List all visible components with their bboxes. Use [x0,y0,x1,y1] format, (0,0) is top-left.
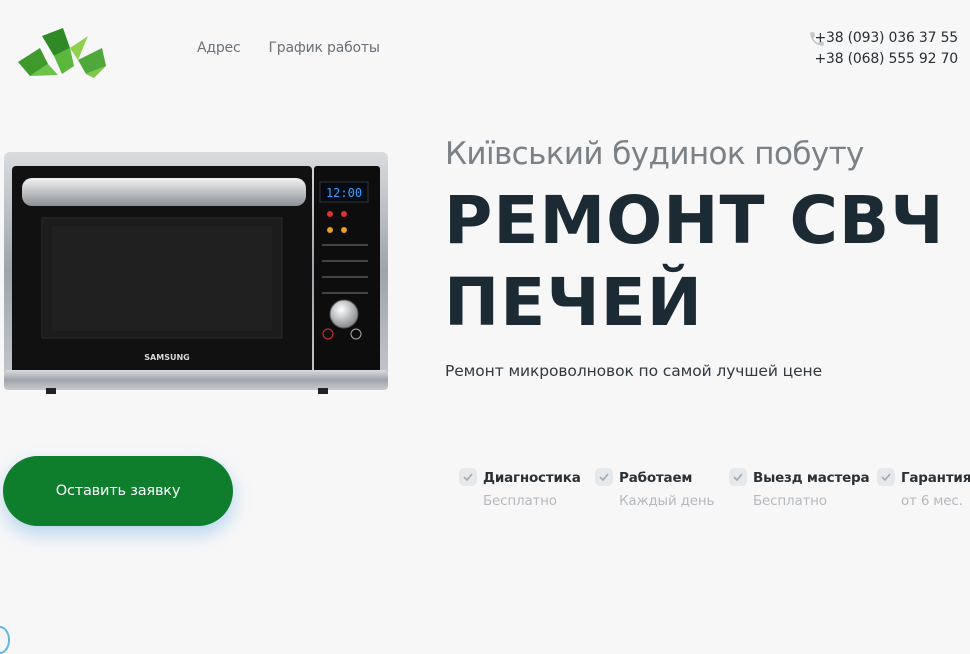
display-time: 12:00 [326,186,362,200]
feature-title: Выезд мастера [753,470,870,486]
feature-subtitle: Каждый день [619,493,715,509]
feature-subtitle: Бесплатно [483,493,557,509]
phone-link-2[interactable]: +38 (068) 555 92 70 [814,49,958,70]
feature-title: Работаем [619,470,693,486]
request-button[interactable]: Оставить заявку [3,456,233,526]
check-icon [877,468,895,486]
hero-title-line-2: ПЕЧЕЙ [444,264,703,341]
feature-subtitle: от 6 мес. [901,493,963,509]
nav-link-address[interactable]: Адрес [197,40,241,56]
check-icon [459,468,477,486]
nav-link-schedule[interactable]: График работы [268,40,379,56]
hero-tagline: Ремонт микроволновок по самой лучшей цен… [445,362,823,380]
main-nav: Адрес График работы [197,40,380,56]
feature-title: Гарантия [901,470,970,486]
feature-title: Диагностика [483,470,581,486]
hero-title: РЕМОНТ СВЧ ПЕЧЕЙ [444,180,945,344]
brand-label: SAMSUNG [144,353,189,362]
decorative-circle [0,626,10,654]
feature-subtitle: Бесплатно [753,493,827,509]
site-logo[interactable] [18,26,108,78]
microwave-image: 12:00 SAMSUNG [4,152,388,394]
hero-subtitle: Київський будинок побуту [445,136,864,172]
phone-link-1[interactable]: +38 (093) 036 37 55 [814,28,958,49]
phone-list: +38 (093) 036 37 55 +38 (068) 555 92 70 [814,28,958,70]
check-icon [595,468,613,486]
hero-title-line-1: РЕМОНТ СВЧ [444,182,945,259]
check-icon [729,468,747,486]
leaf-logo-icon [18,28,106,78]
